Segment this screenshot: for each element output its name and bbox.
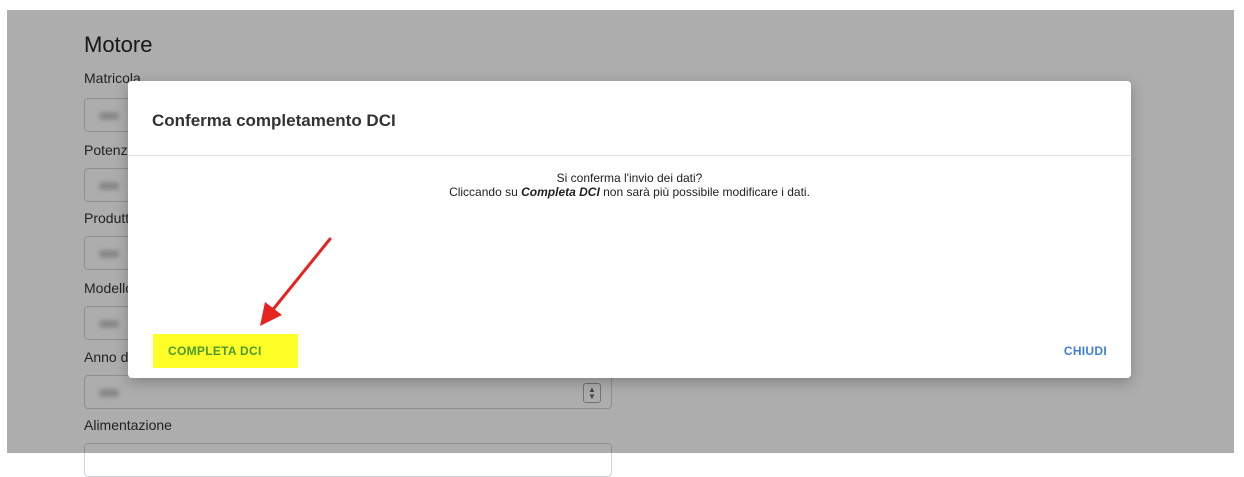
dialog-title: Conferma completamento DCI — [152, 111, 396, 130]
dialog-body: Si conferma l'invio dei dati? Cliccando … — [128, 171, 1131, 199]
dialog-warning-suffix: non sarà più possibile modificare i dati… — [599, 185, 810, 199]
complete-dci-button[interactable]: COMPLETA DCI — [153, 334, 298, 368]
dialog-warning: Cliccando su Completa DCI non sarà più p… — [128, 185, 1131, 199]
dialog-question: Si conferma l'invio dei dati? — [556, 171, 703, 185]
confirm-dialog: Conferma completamento DCI Si conferma l… — [128, 81, 1131, 378]
dialog-warning-emphasis: Completa DCI — [521, 185, 600, 199]
dialog-warning-prefix: Cliccando su — [449, 185, 522, 199]
close-button[interactable]: CHIUDI — [1064, 344, 1107, 358]
dialog-header: Conferma completamento DCI — [128, 81, 1131, 156]
